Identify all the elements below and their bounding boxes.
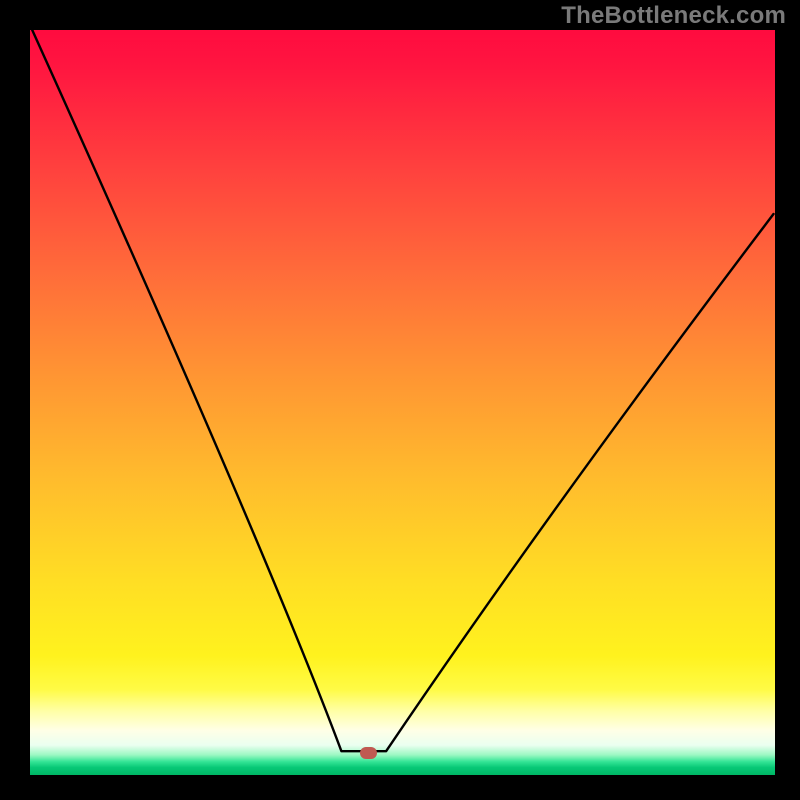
- optimal-point-marker: [360, 747, 377, 759]
- bottleneck-curve: [30, 30, 775, 775]
- chart-stage: TheBottleneck.com: [0, 0, 800, 800]
- watermark-text: TheBottleneck.com: [561, 2, 786, 30]
- plot-area: [30, 30, 775, 775]
